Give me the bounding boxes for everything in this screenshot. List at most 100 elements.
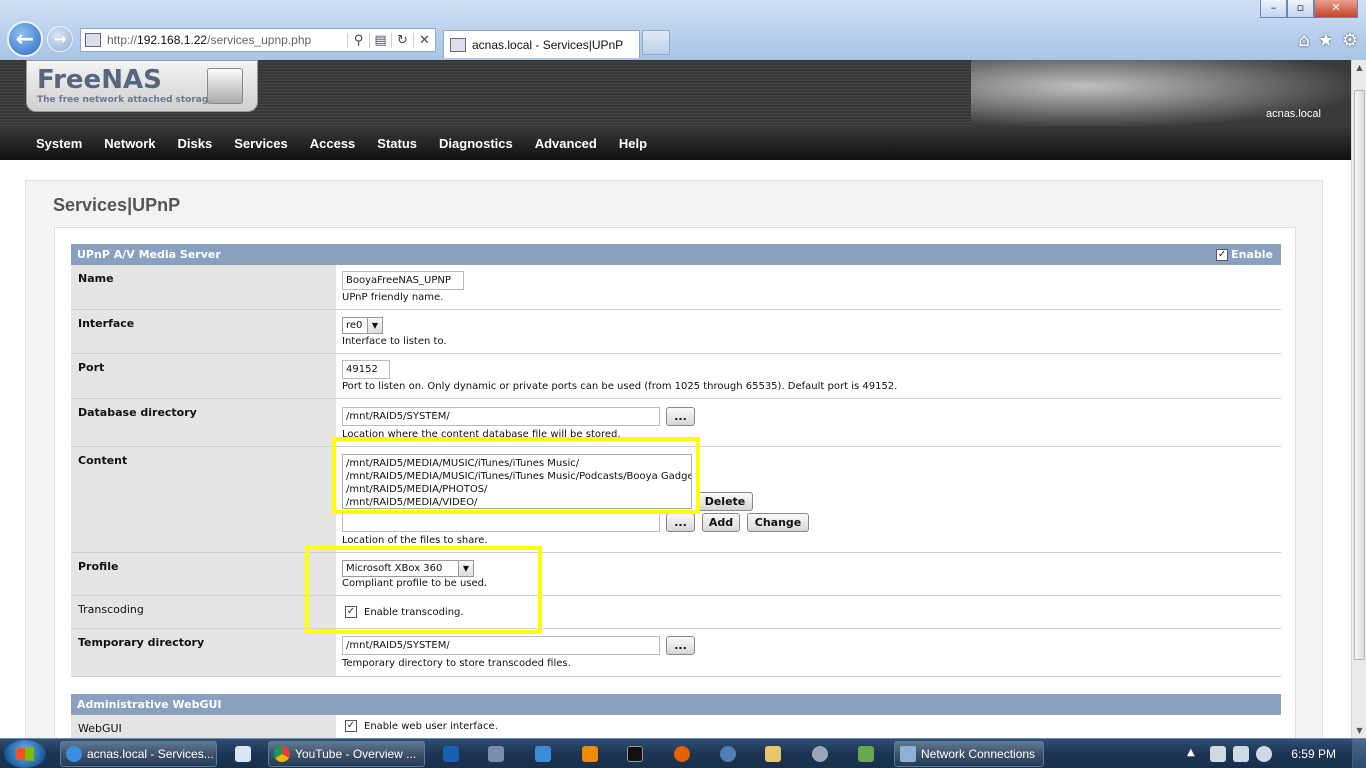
itunes-icon[interactable] [812,746,828,762]
webgui-checkbox[interactable]: ✓ [345,720,357,732]
forward-button[interactable]: → [47,26,73,52]
show-desktop-button[interactable] [1352,739,1366,768]
logo-name: FreeNAS [37,65,162,95]
enable-toggle[interactable]: ✓ Enable [1216,244,1273,265]
taskbar-item-network-connections[interactable]: Network Connections [894,741,1044,767]
menu-status[interactable]: Status [366,136,428,151]
menu-advanced[interactable]: Advanced [524,136,608,151]
webgui-label: WebGUI [71,715,336,738]
content-delete-button[interactable]: Delete [697,492,753,511]
name-value-cell: BooyaFreeNAS_UPNP UPnP friendly name. [336,265,1281,309]
content-path-input[interactable] [342,513,660,532]
menu-disks[interactable]: Disks [167,136,224,151]
settings-gear-icon[interactable]: ⚙ [1342,30,1358,51]
content-change-button[interactable]: Change [747,513,809,532]
search-icon[interactable]: ⚲ [347,32,369,48]
firefox-icon[interactable] [674,746,690,762]
new-tab-button[interactable] [642,30,670,55]
menu-services[interactable]: Services [223,136,299,151]
tempdir-value-cell: /mnt/RAID5/SYSTEM/ ... Temporary directo… [336,629,1281,676]
row-interface: Interface re0 ▼ Interface to listen to. [71,310,1281,354]
menu-access[interactable]: Access [299,136,367,151]
tempdir-browse-button[interactable]: ... [666,636,695,655]
windows-logo-icon [16,747,34,761]
transcoding-label: Transcoding [71,596,336,628]
task-label: acnas.local - Services... [87,747,214,761]
content-add-button[interactable]: Add [702,513,740,532]
menu-help[interactable]: Help [608,136,658,151]
back-arrow-icon: ← [15,26,35,52]
section-title: UPnP A/V Media Server [77,248,221,261]
menu-system[interactable]: System [25,136,93,151]
close-window-button[interactable]: ✕ [1314,0,1358,18]
refresh-icon[interactable]: ↻ [391,32,413,48]
folder-icon[interactable] [765,746,781,762]
browser-tab-active[interactable]: acnas.local - Services|UPnP [443,30,640,58]
drive-icon [207,68,243,104]
row-webgui: WebGUI ✓ Enable web user interface. [71,715,1281,738]
taskbar-item-ie[interactable]: acnas.local - Services... [60,741,217,767]
url-prefix: http:// [107,33,138,47]
home-icon[interactable]: ⌂ [1298,30,1309,51]
enable-label: Enable [1231,248,1273,261]
menu-network[interactable]: Network [93,136,166,151]
scroll-down-icon[interactable]: ▼ [1352,723,1366,738]
favorites-star-icon[interactable]: ★ [1318,30,1334,51]
row-transcoding: Transcoding ✓ Enable transcoding. [71,596,1281,629]
network-computer-icon[interactable] [488,746,504,762]
maximize-button[interactable]: ▫ [1287,0,1314,18]
site-favicon-icon [85,33,101,47]
app-icon[interactable] [535,746,551,762]
row-temporary-directory: Temporary directory /mnt/RAID5/SYSTEM/ .… [71,629,1281,677]
browser-chrome: – ▫ ✕ ← → http://192.168.1.22/services_u… [0,0,1366,60]
highlight-box-content [332,437,700,514]
bluetooth-icon[interactable] [443,746,459,762]
page-title: Services|UPnP [53,195,181,215]
enable-checkbox[interactable]: ✓ [1216,248,1229,261]
command-prompt-icon[interactable] [627,746,643,762]
chevron-down-icon: ▼ [367,318,382,333]
url-host: 192.168.1.22 [137,33,208,47]
page-scrollbar[interactable]: ▲ ▼ [1351,60,1366,738]
tab-favicon-icon [450,37,466,52]
tempdir-input[interactable]: /mnt/RAID5/SYSTEM/ [342,636,660,655]
section-header-webgui: Administrative WebGUI [71,694,1281,715]
name-input[interactable]: BooyaFreeNAS_UPNP [342,271,464,290]
content-browse-button[interactable]: ... [666,513,695,532]
scrollbar-thumb[interactable] [1354,90,1365,660]
minimize-button[interactable]: – [1260,0,1287,18]
highlight-box-profile [305,546,542,634]
interface-select[interactable]: re0 ▼ [342,317,383,334]
webgui-value-cell: ✓ Enable web user interface. [336,715,1281,738]
app-icon[interactable] [858,746,874,762]
notepad-icon[interactable] [235,746,251,762]
main-menu: System Network Disks Services Access Sta… [0,126,1351,160]
hostname-label: acnas.local [1265,108,1321,120]
address-bar[interactable]: http://192.168.1.22/services_upnp.php ⚲ … [80,28,436,52]
freenas-logo[interactable]: FreeNAS The free network attached storag… [26,60,258,112]
show-hidden-icons-icon[interactable]: ▲ [1187,747,1195,758]
start-button[interactable] [4,740,46,768]
action-center-icon[interactable] [1210,746,1226,762]
interface-label: Interface [71,310,336,353]
stop-icon[interactable]: ✕ [413,32,435,48]
back-button[interactable]: ← [7,21,43,57]
address-url[interactable]: http://192.168.1.22/services_upnp.php [107,33,347,47]
system-clock[interactable]: 6:59 PM [1291,747,1336,761]
media-icon[interactable] [720,746,736,762]
dbdir-input[interactable]: /mnt/RAID5/SYSTEM/ [342,407,660,426]
tempdir-desc: Temporary directory to store transcoded … [342,658,571,669]
tempdir-label: Temporary directory [71,629,336,676]
compatibility-view-icon[interactable]: ▤ [369,32,391,48]
volume-icon[interactable] [1256,746,1272,762]
taskbar-item-chrome[interactable]: YouTube - Overview ... [268,741,425,767]
menu-diagnostics[interactable]: Diagnostics [428,136,524,151]
interface-desc: Interface to listen to. [342,336,447,347]
freenas-header: FreeNAS The free network attached storag… [0,60,1351,126]
scroll-up-icon[interactable]: ▲ [1352,60,1366,75]
port-input[interactable]: 49152 [342,360,390,379]
dbdir-browse-button[interactable]: ... [666,407,695,426]
signal-icon[interactable] [1233,746,1249,762]
vlc-icon[interactable] [582,746,598,762]
section-header-upnp: UPnP A/V Media Server ✓ Enable [71,244,1281,265]
